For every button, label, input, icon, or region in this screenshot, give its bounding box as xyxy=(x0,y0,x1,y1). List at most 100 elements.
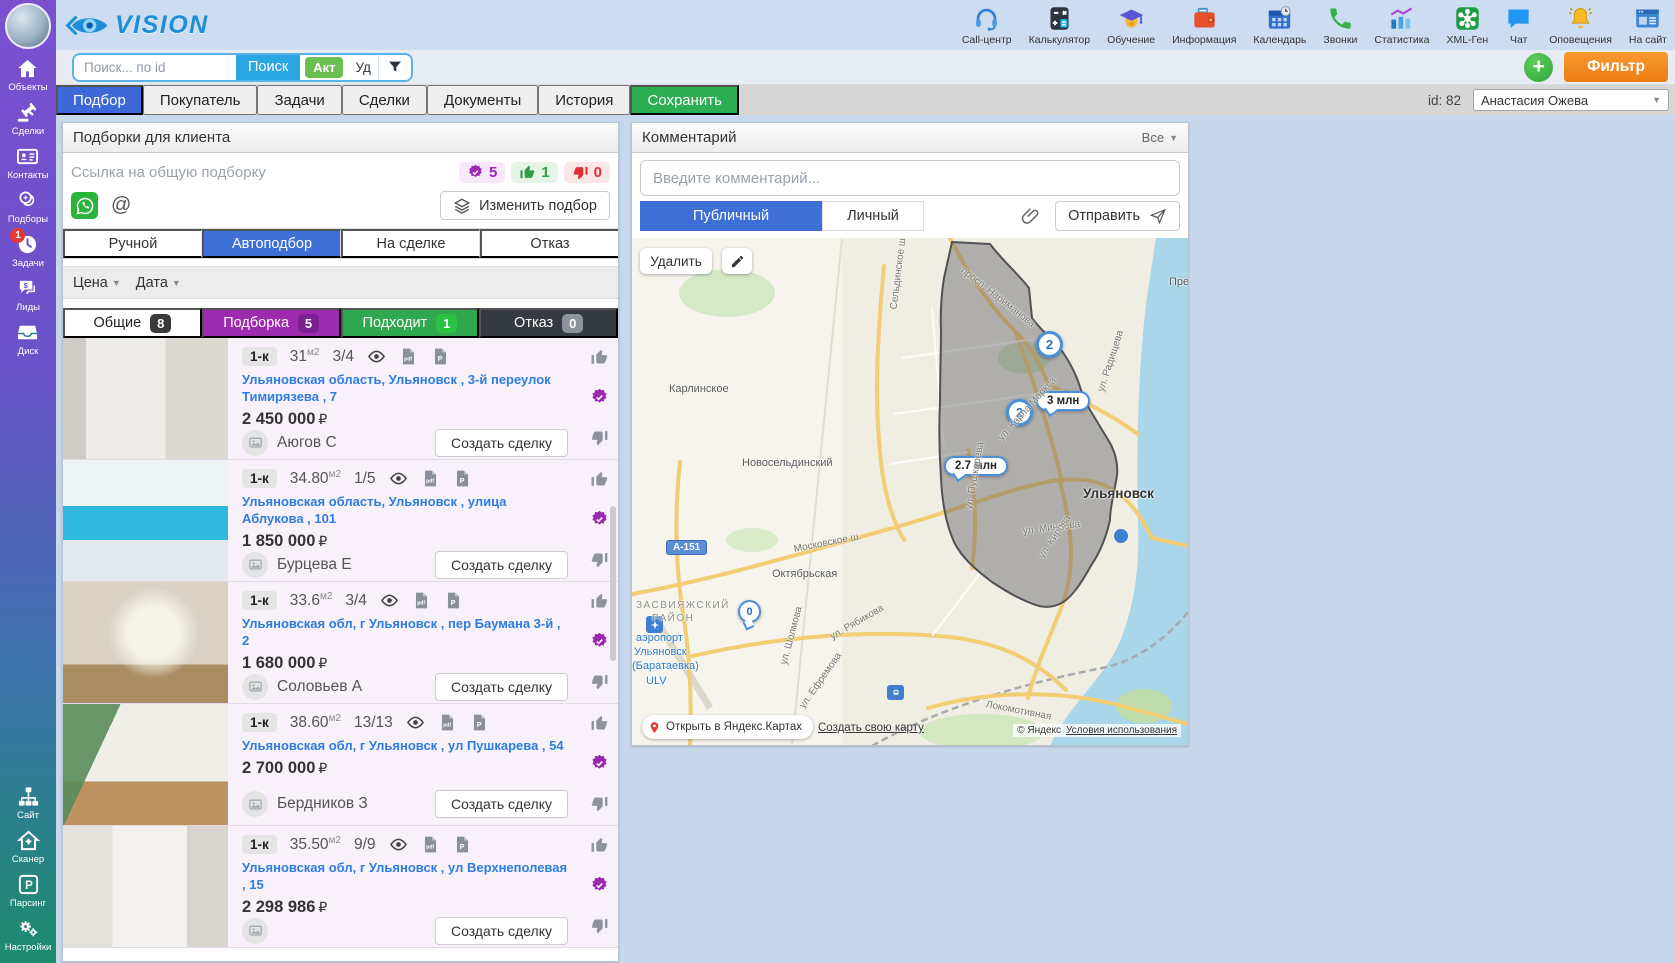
add-button[interactable]: + xyxy=(1524,53,1553,82)
approved-count-badge[interactable]: 5 xyxy=(459,162,505,183)
eye-icon[interactable] xyxy=(380,591,399,610)
sort-date[interactable]: Дата ▼ xyxy=(136,275,181,291)
tab-Покупатель[interactable]: Покупатель xyxy=(143,85,258,115)
count-tab-all[interactable]: Общие8 xyxy=(63,308,202,338)
pdf-icon[interactable]: pdf xyxy=(421,469,440,488)
mode-tab-Отказ[interactable]: Отказ xyxy=(480,229,618,258)
yandex-map[interactable]: Удалить А-151 223 млн2.7 млн0 ПрезидКарл… xyxy=(632,238,1188,746)
tool-xml-gen[interactable]: XML-Ген xyxy=(1446,5,1488,46)
sidebar-item-tasks[interactable]: 1Задачи xyxy=(7,233,48,269)
comment-input[interactable] xyxy=(640,160,1180,196)
selection-link-input[interactable] xyxy=(71,164,453,181)
create-deal-button[interactable]: Создать сделку xyxy=(435,790,568,818)
visibility-tab-Публичный[interactable]: Публичный xyxy=(640,201,822,231)
thumb-up-icon[interactable] xyxy=(590,592,609,611)
map-delete-button[interactable]: Удалить xyxy=(640,248,712,274)
tab-Подбор[interactable]: Подбор xyxy=(56,85,143,115)
seal-check-icon[interactable] xyxy=(590,632,609,651)
map-cluster-marker[interactable]: 2 xyxy=(1036,331,1063,358)
tool-information[interactable]: Информация xyxy=(1172,5,1236,46)
listing-address[interactable]: Ульяновская область, Ульяновск , улица А… xyxy=(242,494,576,528)
listing-address[interactable]: Ульяновская обл, г Ульяновск , ул Пушкар… xyxy=(242,738,576,755)
terms-of-use-link[interactable]: Условия использования xyxy=(1066,725,1177,736)
sidebar-item-scanner[interactable]: Сканер xyxy=(5,829,52,865)
image-count-icon[interactable] xyxy=(242,791,268,817)
tool-call-center[interactable]: Call-центр xyxy=(962,5,1012,46)
count-tab-suitable[interactable]: Подходит1 xyxy=(341,308,480,338)
image-count-icon[interactable] xyxy=(242,918,268,944)
presentation-icon[interactable]: P xyxy=(453,469,472,488)
tool-statistics[interactable]: Статистика xyxy=(1374,5,1429,46)
filter-button[interactable]: Фильтр xyxy=(1564,52,1668,82)
count-tab-selection[interactable]: Подборка5 xyxy=(202,308,341,338)
user-avatar[interactable] xyxy=(5,3,51,49)
map-edit-button[interactable] xyxy=(722,248,752,274)
tool-notifications[interactable]: Оповещения xyxy=(1549,5,1612,46)
train-station-icon[interactable] xyxy=(887,685,904,700)
tool-chat[interactable]: Чат xyxy=(1505,5,1532,46)
thumb-down-icon[interactable] xyxy=(590,428,609,447)
listing-photo[interactable] xyxy=(63,582,228,703)
actual-toggle-button[interactable]: Акт xyxy=(305,57,343,78)
image-count-icon[interactable] xyxy=(242,674,268,700)
sidebar-item-settings[interactable]: Настройки xyxy=(5,917,52,953)
presentation-icon[interactable]: P xyxy=(453,835,472,854)
thumb-down-icon[interactable] xyxy=(590,916,609,935)
search-input[interactable] xyxy=(74,55,236,80)
count-tab-rejected[interactable]: Отказ0 xyxy=(479,308,618,338)
eye-icon[interactable] xyxy=(389,835,408,854)
search-button[interactable]: Поиск xyxy=(236,55,300,80)
tab-История[interactable]: История xyxy=(538,85,630,115)
sidebar-item-site[interactable]: Сайт xyxy=(5,785,52,821)
sidebar-item-parsing[interactable]: PПарсинг xyxy=(5,873,52,909)
tool-calls[interactable]: Звонки xyxy=(1323,5,1357,46)
sort-price[interactable]: Цена ▼ xyxy=(73,275,121,291)
sidebar-item-disk[interactable]: Диск xyxy=(7,321,48,357)
pdf-icon[interactable]: pdf xyxy=(399,347,418,366)
mode-tab-Ручной[interactable]: Ручной xyxy=(63,229,202,258)
thumb-down-icon[interactable] xyxy=(590,550,609,569)
presentation-icon[interactable]: P xyxy=(431,347,450,366)
listing-address[interactable]: Ульяновская обл, г Ульяновск , ул Верхне… xyxy=(242,860,576,894)
send-comment-button[interactable]: Отправить xyxy=(1055,201,1180,231)
image-count-icon[interactable] xyxy=(242,552,268,578)
pdf-icon[interactable]: pdf xyxy=(438,713,457,732)
create-deal-button[interactable]: Создать сделку xyxy=(435,551,568,579)
listings-scrollbar[interactable] xyxy=(610,506,616,661)
eye-icon[interactable] xyxy=(389,469,408,488)
sidebar-item-objects[interactable]: Объекты xyxy=(7,57,48,93)
save-button[interactable]: Сохранить xyxy=(630,85,739,115)
change-selection-button[interactable]: Изменить подбор xyxy=(440,191,610,220)
seal-check-icon[interactable] xyxy=(590,754,609,773)
sidebar-item-leads[interactable]: $Лиды xyxy=(7,277,48,313)
thumb-up-icon[interactable] xyxy=(590,836,609,855)
thumb-down-icon[interactable] xyxy=(590,672,609,691)
bridge-point-icon[interactable] xyxy=(1114,529,1128,543)
image-count-icon[interactable] xyxy=(242,430,268,456)
whatsapp-button[interactable] xyxy=(71,192,98,219)
tool-to-site[interactable]: На сайт xyxy=(1629,5,1667,46)
mode-tab-На сделке[interactable]: На сделке xyxy=(341,229,480,258)
tool-calendar[interactable]: Календарь xyxy=(1253,5,1306,46)
tab-Сделки[interactable]: Сделки xyxy=(342,85,427,115)
sidebar-item-selections[interactable]: Подборы xyxy=(7,189,48,225)
listing-photo[interactable] xyxy=(63,460,228,581)
deleted-toggle-button[interactable]: Уд xyxy=(348,60,377,75)
seal-check-icon[interactable] xyxy=(590,876,609,895)
seal-check-icon[interactable] xyxy=(590,388,609,407)
mode-tab-Автоподбор[interactable]: Автоподбор xyxy=(202,229,341,258)
tool-calculator[interactable]: Калькулятор xyxy=(1029,5,1090,46)
comments-filter-select[interactable]: Все ▼ xyxy=(1142,130,1178,145)
sidebar-item-contacts[interactable]: Контакты xyxy=(7,145,48,181)
search-filter-button[interactable] xyxy=(378,55,411,80)
eye-icon[interactable] xyxy=(406,713,425,732)
pdf-icon[interactable]: pdf xyxy=(412,591,431,610)
visibility-tab-Личный[interactable]: Личный xyxy=(822,201,924,231)
presentation-icon[interactable]: P xyxy=(444,591,463,610)
app-logo[interactable]: VISION xyxy=(64,11,209,40)
tool-education[interactable]: Обучение xyxy=(1107,5,1155,46)
dislike-count-badge[interactable]: 0 xyxy=(564,162,610,183)
attach-button[interactable] xyxy=(1020,205,1042,227)
thumb-up-icon[interactable] xyxy=(590,714,609,733)
seal-check-icon[interactable] xyxy=(590,510,609,529)
